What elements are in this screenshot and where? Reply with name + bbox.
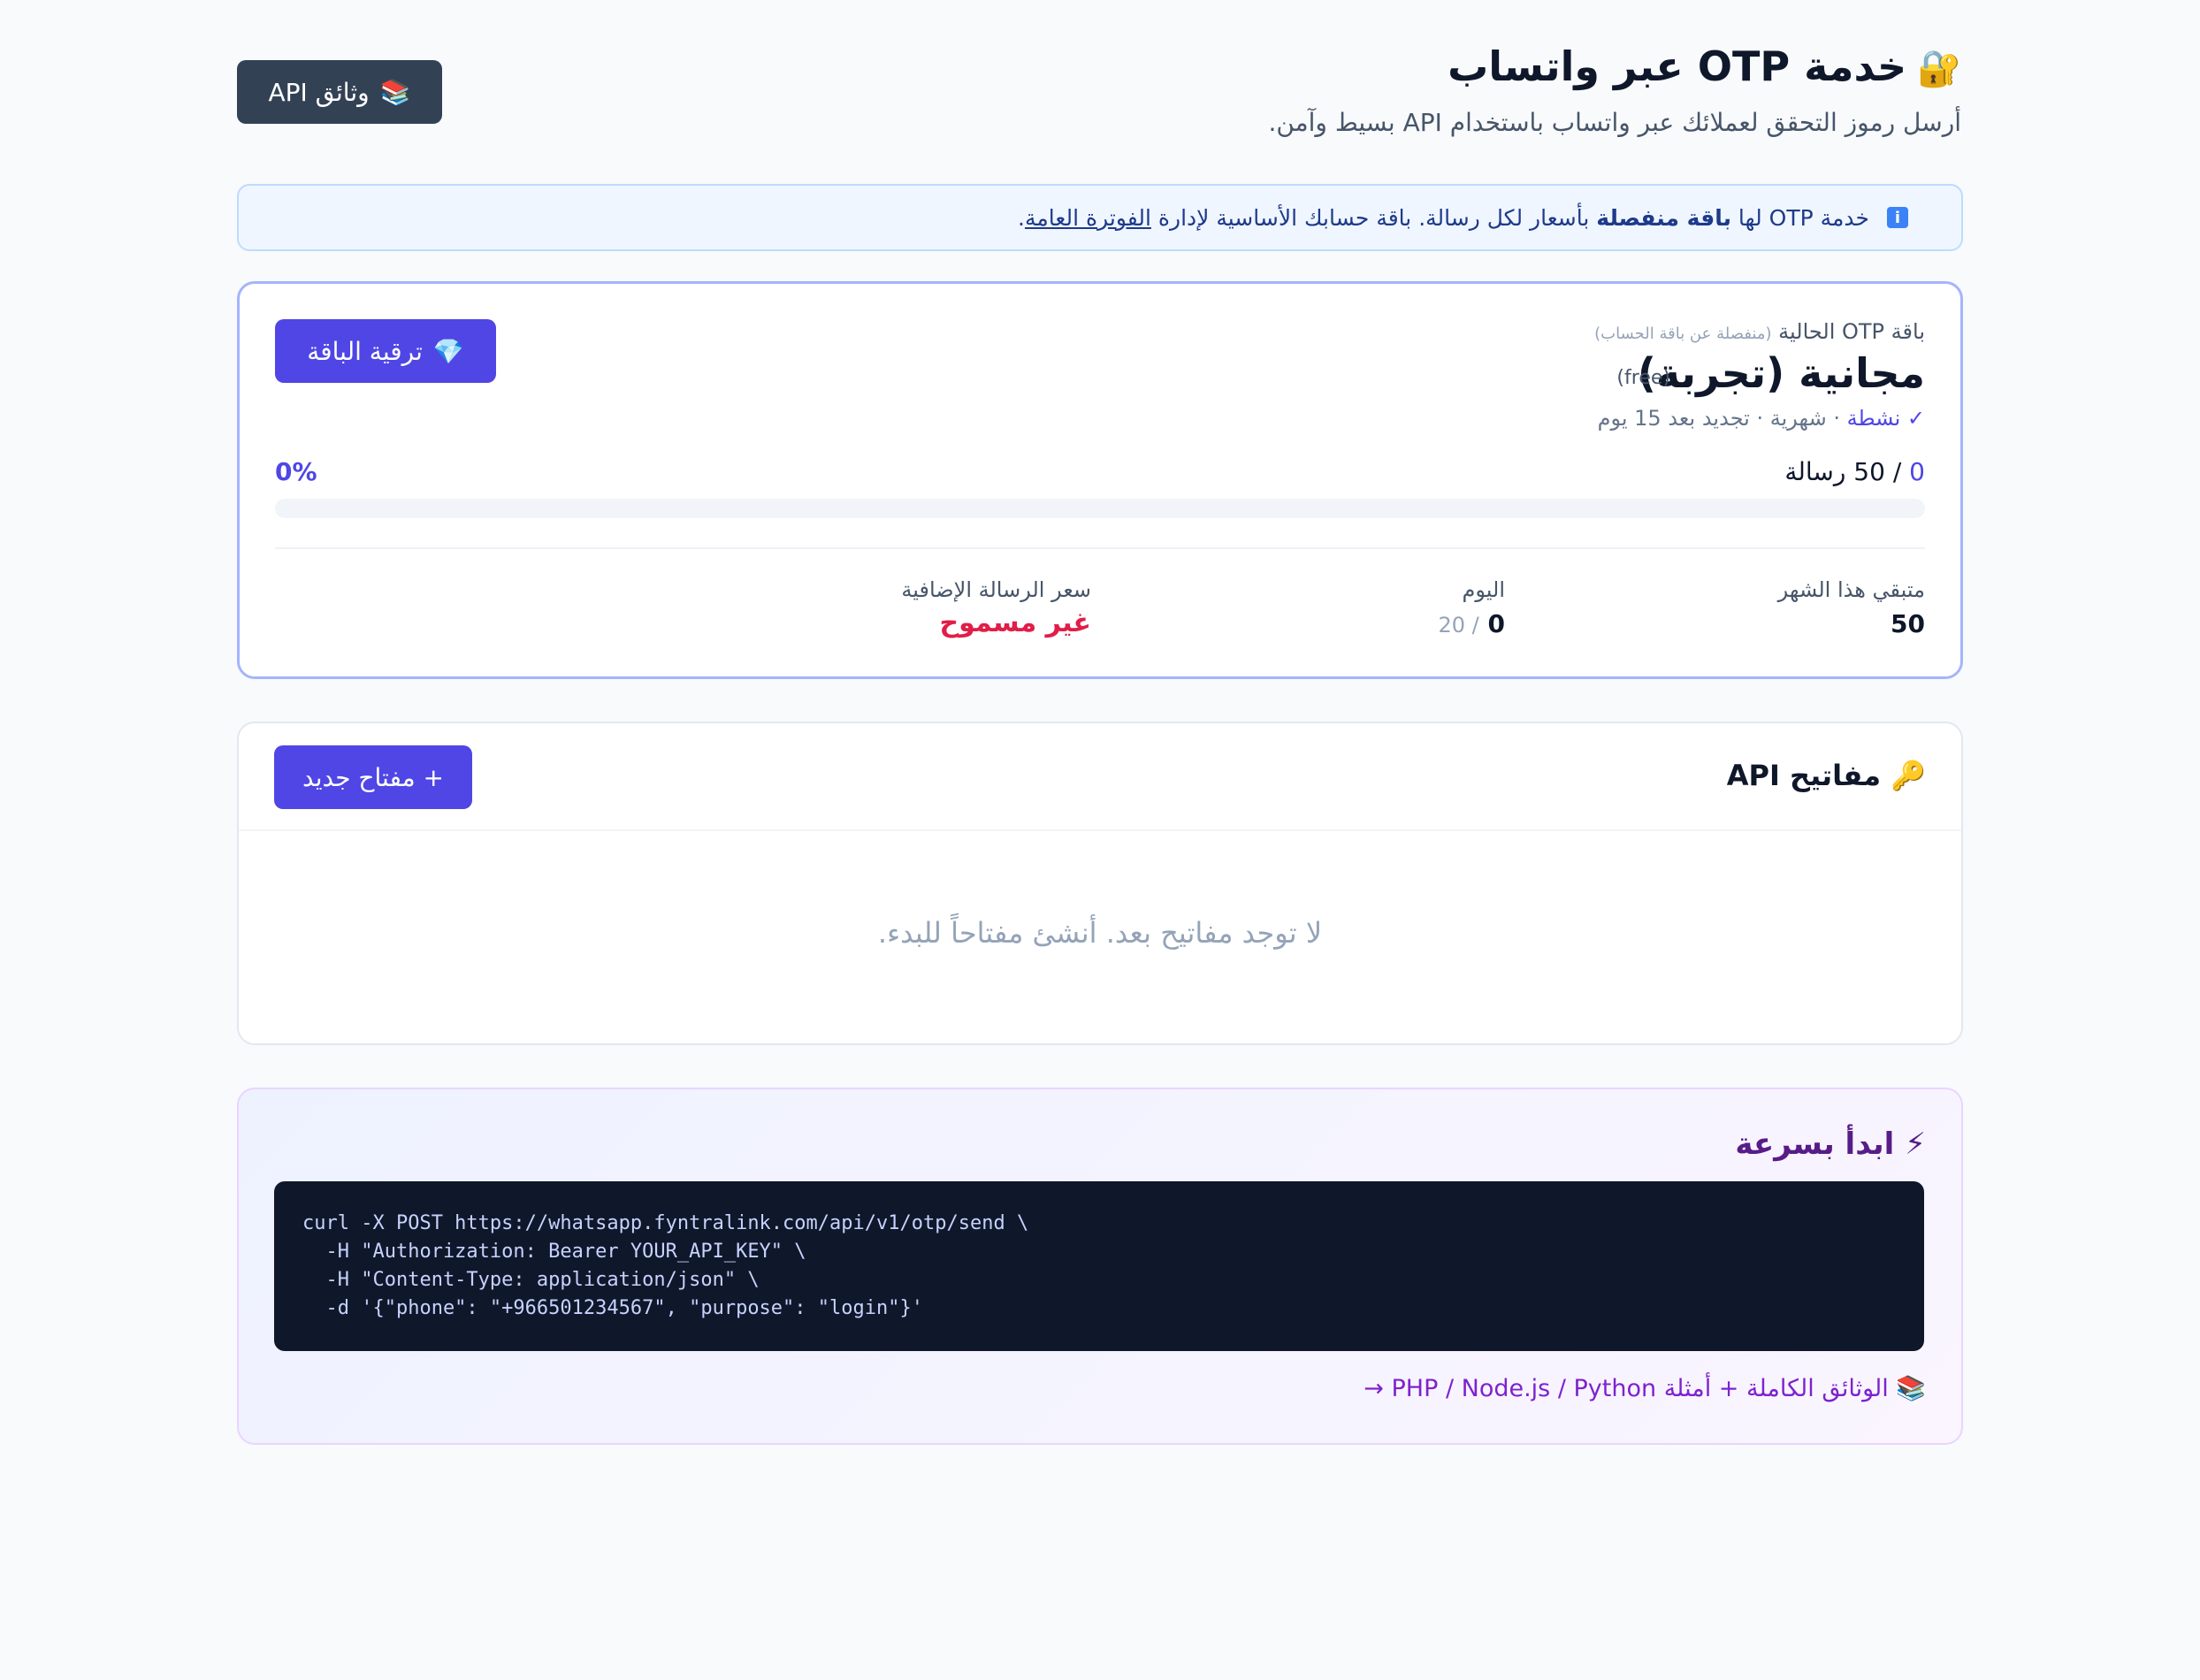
api-keys-title-text: مفاتيح API [1726, 759, 1882, 792]
divider [239, 829, 1961, 831]
new-key-button[interactable]: + مفتاح جديد [274, 745, 472, 809]
empty-state: لا توجد مفاتيح بعد. أنشئ مفتاحاً للبدء. [877, 916, 1323, 950]
usage-used: 0 [1909, 457, 1925, 486]
api-keys-card: 🔑 مفاتيح API + مفتاح جديد لا توجد مفاتيح… [237, 722, 1963, 1045]
billing-link[interactable]: الفوترة العامة [1025, 205, 1151, 231]
api-docs-button[interactable]: 📚 وثائق API [237, 60, 442, 124]
remaining-label: متبقي هذا الشهر [1777, 577, 1925, 602]
extra-price-value: غير مسموح [939, 607, 1092, 638]
usage-total: / 50 رسالة [1784, 457, 1902, 486]
api-keys-title: 🔑 مفاتيح API [1727, 759, 1926, 792]
plan-label: باقة OTP الحالية (منفصلة عن باقة الحساب) [1594, 319, 1925, 344]
banner-text-middle: بأسعار لكل رسالة. باقة حسابك الأساسية لإ… [1157, 204, 1590, 231]
gem-icon: 💎 [432, 336, 464, 366]
books-icon: 📚 [379, 77, 411, 107]
info-banner: i خدمة OTP لها باقة منفصلة بأسعار لكل رس… [237, 184, 1963, 251]
banner-text-end: . [1018, 204, 1025, 231]
today-value: 0 / 20 [1439, 609, 1506, 638]
banner-text: خدمة OTP لها باقة منفصلة بأسعار لكل رسال… [1018, 205, 1869, 231]
upgrade-plan-button[interactable]: 💎 ترقية الباقة [275, 319, 496, 383]
full-docs-link[interactable]: 📚 الوثائق الكاملة + أمثلة PHP / Node.js … [1364, 1374, 1926, 1402]
quickstart-title: ⚡ ابدأ بسرعة [1735, 1126, 1926, 1162]
plan-code: (free) [1616, 367, 1670, 389]
usage-progress-bar [275, 499, 1925, 518]
divider [275, 547, 1925, 549]
full-docs-link-text: الوثائق الكاملة + أمثلة PHP / Node.js / … [1364, 1375, 1889, 1402]
plan-status: ✓ نشطة · شهرية · تجديد بعد 15 يوم [1598, 406, 1925, 431]
banner-text-bold: باقة منفصلة [1596, 204, 1731, 231]
curl-example: curl -X POST https://whatsapp.fyntralink… [302, 1212, 1029, 1319]
plan-label-text: باقة OTP الحالية [1778, 319, 1925, 344]
books-icon: 📚 [1896, 1375, 1926, 1402]
code-block: curl -X POST https://whatsapp.fyntralink… [274, 1181, 1924, 1351]
lightning-icon: ⚡ [1905, 1126, 1926, 1162]
lock-icon: 🔐 [1917, 49, 1961, 89]
remaining-value: 50 [1891, 609, 1925, 638]
usage-count: 0 / 50 رسالة [1784, 457, 1925, 486]
key-icon: 🔑 [1891, 759, 1926, 792]
today-label: اليوم [1462, 577, 1505, 602]
plan-label-note: (منفصلة عن باقة الحساب) [1594, 325, 1772, 343]
quickstart-card: ⚡ ابدأ بسرعة curl -X POST https://whatsa… [237, 1088, 1963, 1445]
upgrade-plan-label: ترقية الباقة [307, 336, 423, 366]
plan-status-active: ✓ نشطة [1846, 406, 1925, 431]
info-icon: i [1887, 207, 1908, 228]
banner-text-before: خدمة OTP لها [1738, 204, 1869, 231]
quickstart-title-text: ابدأ بسرعة [1735, 1126, 1895, 1162]
page-title-text: خدمة OTP عبر واتساب [1448, 42, 1907, 90]
extra-price-label: سعر الرسالة الإضافية [901, 577, 1091, 602]
today-limit: / 20 [1438, 613, 1479, 638]
api-docs-button-label: وثائق API [268, 77, 370, 107]
otp-plan-card: باقة OTP الحالية (منفصلة عن باقة الحساب)… [237, 281, 1963, 679]
plan-status-details: · شهرية · تجديد بعد 15 يوم [1597, 406, 1840, 431]
usage-percent: 0% [275, 457, 317, 486]
page-subtitle: أرسل رموز التحقق لعملائك عبر واتساب باست… [1268, 108, 1961, 137]
today-count: 0 [1487, 609, 1505, 638]
page-title: 🔐خدمة OTP عبر واتساب [1448, 42, 1961, 90]
plan-name: مجانية (تجربة) [1637, 349, 1925, 397]
